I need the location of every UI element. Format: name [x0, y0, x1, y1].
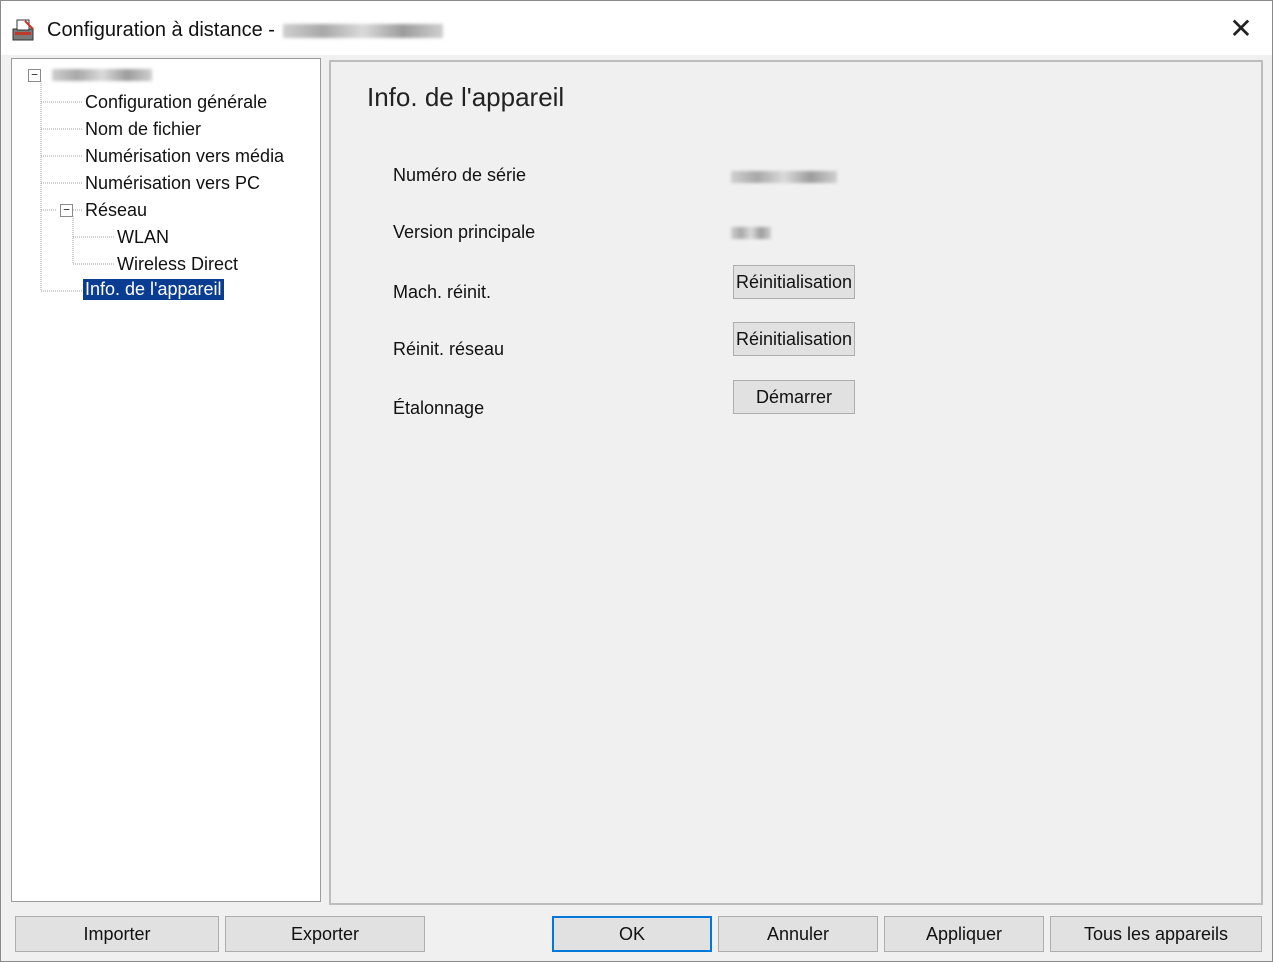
remote-setup-window: Configuration à distance - ✕ − Configura…: [0, 0, 1273, 962]
all-devices-button[interactable]: Tous les appareils: [1050, 916, 1262, 952]
close-button[interactable]: ✕: [1218, 11, 1264, 47]
tree-item-general-setup[interactable]: Configuration générale: [83, 92, 269, 113]
settings-tree[interactable]: − Configuration générale Nom de fichier …: [11, 58, 321, 902]
import-button[interactable]: Importer: [15, 916, 219, 952]
main-version-value-redacted: [731, 227, 771, 239]
tree-item-wireless-direct[interactable]: Wireless Direct: [115, 254, 240, 275]
tree-item-device-info[interactable]: Info. de l'appareil: [82, 278, 225, 301]
tree-item-scan-to-pc[interactable]: Numérisation vers PC: [83, 173, 262, 194]
serial-number-value-redacted: [731, 171, 837, 183]
machine-reset-button[interactable]: Réinitialisation: [733, 265, 855, 299]
tree-item-file-name[interactable]: Nom de fichier: [83, 119, 203, 140]
tree-network-expander[interactable]: −: [60, 204, 73, 217]
serial-number-label: Numéro de série: [393, 165, 527, 185]
ok-button[interactable]: OK: [552, 916, 712, 952]
device-info-panel: Info. de l'appareil Numéro de série Vers…: [329, 60, 1263, 905]
device-name-redacted: [283, 24, 443, 38]
tree-root-device-redacted[interactable]: [52, 69, 152, 81]
panel-title: Info. de l'appareil: [367, 82, 565, 112]
calibration-label: Étalonnage: [393, 398, 485, 418]
main-version-label: Version principale: [393, 222, 536, 242]
machine-reset-label: Mach. réinit.: [393, 282, 492, 302]
network-reset-button[interactable]: Réinitialisation: [733, 322, 855, 356]
window-title: Configuration à distance -: [47, 19, 275, 41]
tree-item-network[interactable]: Réseau: [83, 200, 149, 221]
printer-config-icon: [12, 19, 34, 41]
cancel-button[interactable]: Annuler: [718, 916, 878, 952]
tree-item-scan-to-media[interactable]: Numérisation vers média: [83, 146, 286, 167]
network-reset-label: Réinit. réseau: [393, 339, 505, 359]
tree-root-expander[interactable]: −: [28, 69, 41, 82]
apply-button[interactable]: Appliquer: [884, 916, 1044, 952]
title-bar[interactable]: Configuration à distance - ✕: [1, 1, 1272, 55]
export-button[interactable]: Exporter: [225, 916, 425, 952]
calibration-start-button[interactable]: Démarrer: [733, 380, 855, 414]
tree-item-wlan[interactable]: WLAN: [115, 227, 171, 248]
